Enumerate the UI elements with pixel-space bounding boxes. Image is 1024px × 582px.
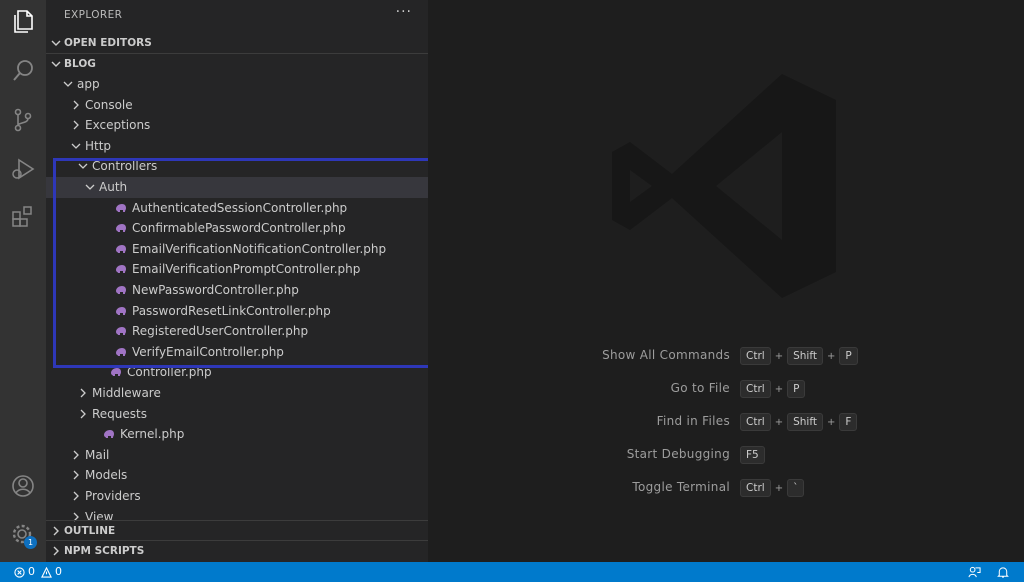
shortcut-label: Start Debugging <box>626 447 730 461</box>
keycap: Ctrl <box>740 380 771 398</box>
settings-update-badge: 1 <box>24 536 37 549</box>
folder-item[interactable]: Console <box>46 95 428 116</box>
keycap: F5 <box>740 446 765 464</box>
folder-item[interactable]: Requests <box>46 404 428 425</box>
keycap: ` <box>787 479 805 497</box>
key-separator: + <box>774 383 784 395</box>
vscode-logo-icon <box>612 74 836 298</box>
keybinding: Ctrl + Shift + P <box>740 346 858 366</box>
folder-label: Middleware <box>92 386 161 400</box>
chevron-right-icon <box>53 546 59 556</box>
shortcut-label: Show All Commands <box>602 348 730 362</box>
keycap: Ctrl <box>740 479 771 497</box>
file-label: Kernel.php <box>120 427 185 442</box>
chevron-down-icon <box>71 143 81 149</box>
keybinding: Ctrl + Shift + F <box>740 412 858 432</box>
more-actions-icon[interactable]: ··· <box>396 4 412 20</box>
folder-label: Console <box>85 97 133 112</box>
keycap: Ctrl <box>740 347 771 365</box>
shortcut-label: Toggle Terminal <box>632 480 730 494</box>
chevron-right-icon <box>73 491 79 501</box>
folder-label: Models <box>85 468 128 483</box>
section-label: BLOG <box>64 58 96 70</box>
key-separator: + <box>774 482 784 494</box>
section-open-editors[interactable]: OPEN EDITORS <box>46 33 428 53</box>
keycap: Shift <box>787 347 823 365</box>
chevron-down-icon <box>51 40 61 46</box>
section-project[interactable]: BLOG <box>46 53 428 74</box>
feedback-icon[interactable] <box>968 566 981 579</box>
folder-label: Exceptions <box>85 118 151 133</box>
chevron-right-icon <box>53 526 59 536</box>
shortcut-row: Toggle Terminal Ctrl + ` <box>428 478 1024 498</box>
warning-count: 0 <box>55 565 62 578</box>
keycap: P <box>787 380 806 398</box>
keycap: Shift <box>787 413 823 431</box>
search-icon[interactable] <box>9 57 37 85</box>
editor-area: Show All Commands Ctrl + Shift + P Go to File C… <box>428 0 1024 562</box>
folder-item[interactable]: Models <box>46 465 428 486</box>
folder-item[interactable]: Mail <box>46 445 428 466</box>
warning-icon <box>41 566 52 578</box>
status-bar: 0 0 <box>0 562 1024 582</box>
folder-label: Providers <box>85 489 141 503</box>
key-separator: + <box>826 350 836 362</box>
shortcut-label: Find in Files <box>656 414 730 428</box>
php-file-icon <box>104 430 114 439</box>
keycap: Ctrl <box>740 413 771 431</box>
source-control-icon[interactable] <box>9 106 37 134</box>
error-count: 0 <box>28 565 35 578</box>
chevron-right-icon <box>73 470 79 480</box>
shortcut-label: Go to File <box>670 381 730 395</box>
error-icon <box>14 566 25 578</box>
keybinding: Ctrl + ` <box>740 478 805 498</box>
folder-label: app <box>77 77 100 91</box>
folder-label: Mail <box>85 447 110 462</box>
folder-label: Requests <box>92 406 147 421</box>
chevron-right-icon <box>80 388 86 398</box>
chevron-right-icon <box>73 100 79 110</box>
chevron-down-icon <box>63 81 73 87</box>
file-item[interactable]: Kernel.php <box>46 424 428 445</box>
section-npm-scripts[interactable]: NPM SCRIPTS <box>46 540 428 561</box>
activity-bar: 1 <box>0 0 46 562</box>
folder-item[interactable]: Middleware <box>46 383 428 404</box>
keybinding: F5 <box>740 445 765 465</box>
keycap: P <box>839 347 858 365</box>
shortcut-row: Start Debugging F5 <box>428 445 1024 465</box>
account-icon[interactable] <box>9 472 37 500</box>
folder-item[interactable]: app <box>46 74 428 95</box>
section-outline[interactable]: OUTLINE <box>46 520 428 541</box>
key-separator: + <box>826 416 836 428</box>
keybinding: Ctrl + P <box>740 379 806 399</box>
section-label: OUTLINE <box>64 525 116 537</box>
key-separator: + <box>774 416 784 428</box>
chevron-right-icon <box>73 120 79 130</box>
chevron-down-icon <box>51 61 61 67</box>
key-separator: + <box>774 350 784 362</box>
chevron-right-icon <box>80 409 86 419</box>
chevron-right-icon <box>73 450 79 460</box>
shortcut-row: Find in Files Ctrl + Shift + F <box>428 412 1024 432</box>
folder-label: Http <box>85 138 112 153</box>
extensions-icon[interactable] <box>9 203 37 231</box>
folder-item[interactable]: Http <box>46 136 428 157</box>
section-label: NPM SCRIPTS <box>64 545 145 557</box>
shortcut-row: Go to File Ctrl + P <box>428 379 1024 399</box>
folder-item[interactable]: Exceptions <box>46 115 428 136</box>
section-label: OPEN EDITORS <box>64 37 152 49</box>
problems-indicator[interactable]: 0 0 <box>14 562 62 582</box>
bell-icon[interactable] <box>997 566 1009 579</box>
php-file-icon <box>111 368 121 377</box>
highlight-box <box>53 158 479 368</box>
explorer-title: EXPLORER <box>64 9 123 21</box>
run-debug-icon[interactable] <box>9 155 37 183</box>
explorer-icon[interactable] <box>9 7 37 35</box>
keycap: F <box>839 413 858 431</box>
shortcut-row: Show All Commands Ctrl + Shift + P <box>428 346 1024 366</box>
folder-item[interactable]: Providers <box>46 486 428 507</box>
